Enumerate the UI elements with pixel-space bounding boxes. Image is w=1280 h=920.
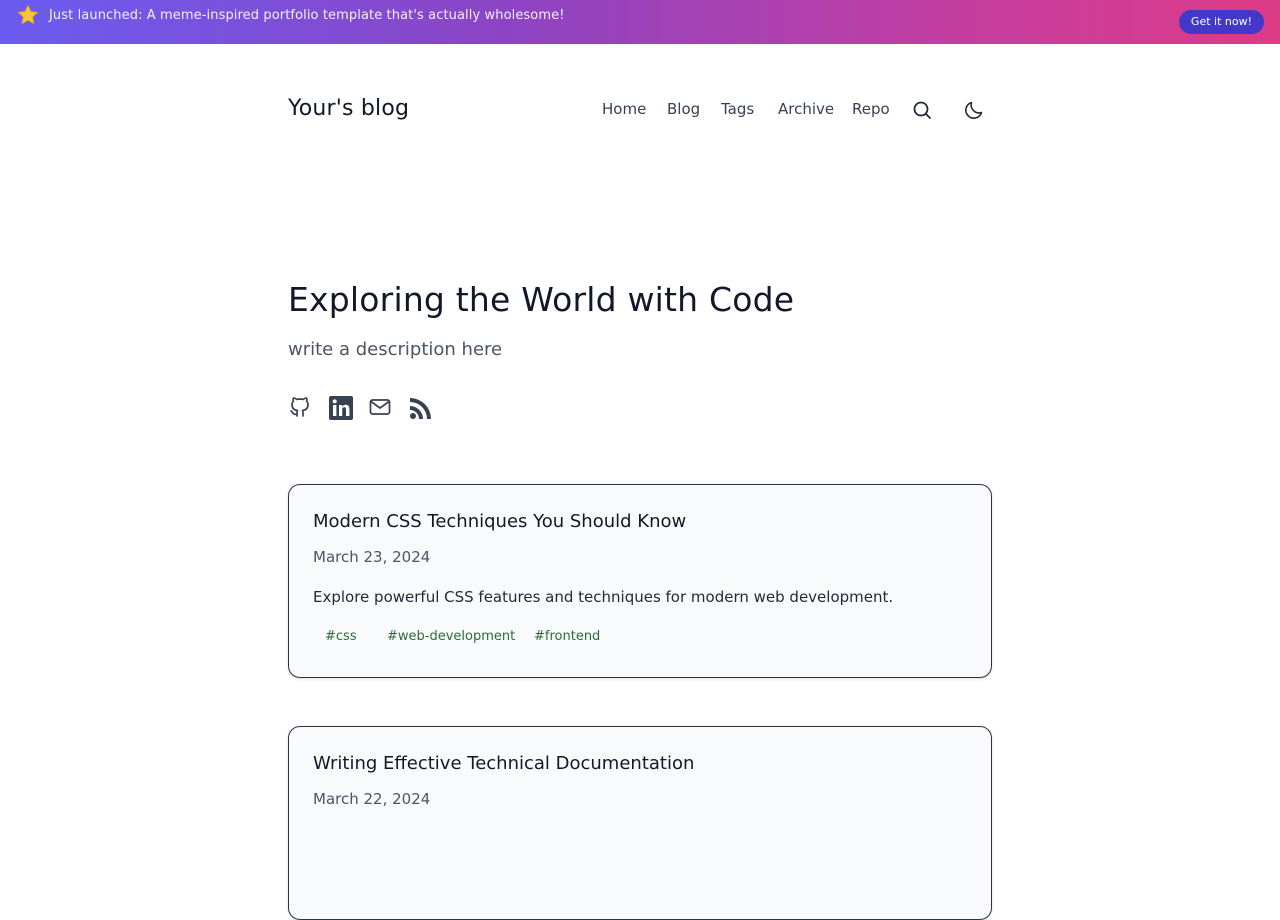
tag-web-development[interactable]: #web-development (387, 629, 515, 644)
linkedin-icon[interactable] (328, 395, 354, 421)
post-title[interactable]: Writing Effective Technical Documentatio… (313, 753, 694, 774)
rss-icon[interactable] (408, 395, 434, 421)
nav-home-link[interactable]: Home (602, 100, 646, 118)
star-icon (16, 3, 40, 27)
post-date: March 23, 2024 (313, 548, 431, 566)
hero-description: write a description here (288, 339, 503, 360)
post-date: March 22, 2024 (313, 790, 431, 808)
search-icon[interactable] (910, 98, 934, 122)
github-icon[interactable] (288, 395, 314, 421)
banner-text: Just launched: A meme-inspired portfolio… (49, 8, 565, 23)
nav-archive-link[interactable]: Archive (778, 100, 834, 118)
tag-css[interactable]: #css (325, 629, 357, 644)
tag-frontend[interactable]: #frontend (534, 629, 600, 644)
mail-icon[interactable] (368, 395, 394, 421)
nav-tags-link[interactable]: Tags (721, 100, 754, 118)
post-title[interactable]: Modern CSS Techniques You Should Know (313, 511, 686, 532)
moon-icon[interactable] (962, 98, 986, 122)
nav-repo-link[interactable]: Repo (852, 100, 890, 118)
nav-blog-link[interactable]: Blog (667, 100, 700, 118)
post-card[interactable]: Modern CSS Techniques You Should Know Ma… (288, 484, 992, 678)
hero-title: Exploring the World with Code (288, 280, 795, 319)
site-title[interactable]: Your's blog (288, 96, 409, 121)
post-card[interactable]: Writing Effective Technical Documentatio… (288, 726, 992, 920)
announcement-banner: Just launched: A meme-inspired portfolio… (0, 0, 1280, 44)
post-excerpt: Explore powerful CSS features and techni… (313, 588, 894, 606)
get-it-now-button[interactable]: Get it now! (1178, 10, 1264, 34)
